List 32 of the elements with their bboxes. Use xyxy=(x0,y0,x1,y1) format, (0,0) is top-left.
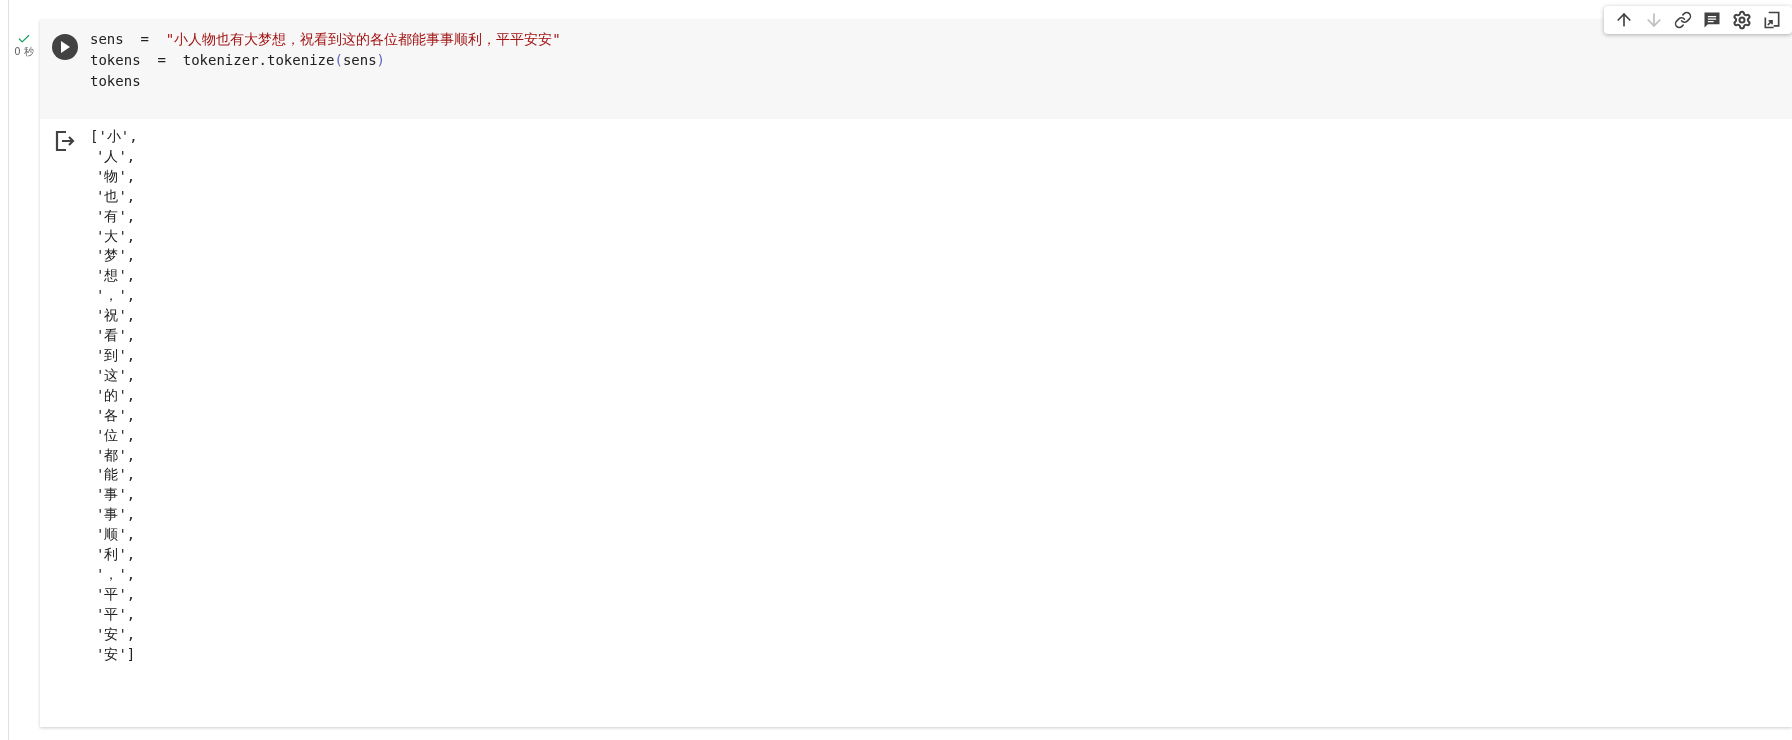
output-line: '大', xyxy=(95,226,137,246)
code-line: tokens xyxy=(90,72,142,91)
output-line: '能', xyxy=(95,465,137,485)
output-line: '事', xyxy=(95,505,137,525)
output-line: '平', xyxy=(95,604,137,624)
output-line: ['小', xyxy=(90,127,138,146)
code-line: sens = "小人物也有大梦想，祝看到这的各位都能事事顺利，平平安安" xyxy=(90,30,561,49)
output-line: '安'] xyxy=(95,644,137,664)
output-line: '梦', xyxy=(95,246,137,266)
output-line: '各', xyxy=(95,405,137,425)
output-line: '想', xyxy=(95,266,137,286)
output-line: '利', xyxy=(95,545,137,565)
output-line: '安', xyxy=(95,624,137,644)
output-line: '到', xyxy=(95,345,137,365)
output-line: '都', xyxy=(95,445,137,465)
output-line: '，', xyxy=(95,286,137,306)
code-line: tokens = tokenizer.tokenize(sens) xyxy=(90,51,387,70)
output-line: '物', xyxy=(95,166,137,186)
execution-time: 0 秒 xyxy=(14,46,34,58)
output-line: '人', xyxy=(95,146,137,166)
code-editor[interactable]: sens = "小人物也有大梦想，祝看到这的各位都能事事顺利，平平安安" tokens = tokenizer.tokenize(sens) tokens xyxy=(40,20,1792,119)
output-line: '事', xyxy=(95,485,137,505)
output-line: '祝', xyxy=(95,306,137,326)
output-line: '也', xyxy=(95,186,137,206)
output-line: '的', xyxy=(95,385,137,405)
output-line: '有', xyxy=(95,206,137,226)
output-line: '，', xyxy=(95,564,137,584)
output-line: '看', xyxy=(95,326,137,346)
output-line: '顺', xyxy=(95,525,137,545)
output-line: '位', xyxy=(95,425,137,445)
output-line: '平', xyxy=(95,584,137,604)
output-line: '这', xyxy=(95,365,137,385)
